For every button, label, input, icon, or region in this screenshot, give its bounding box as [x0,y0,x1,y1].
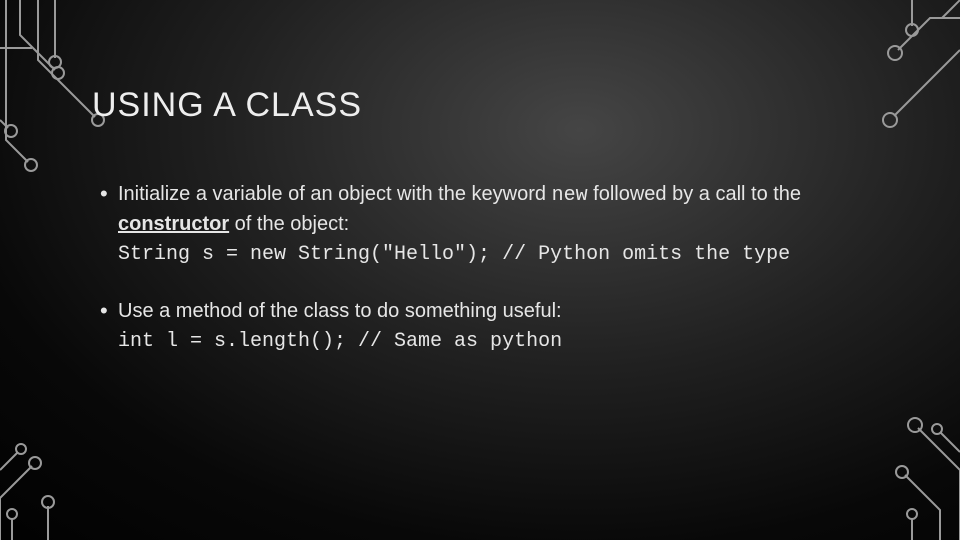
slide-content: Initialize a variable of an object with … [100,180,930,384]
bullet-item: Use a method of the class to do somethin… [100,297,930,356]
bullet-text-pre: Use a method of the class to do somethin… [118,300,562,322]
bullet-text-post: of the object: [229,213,349,235]
bullet-text-mid: followed by a call to the [588,183,801,205]
bullet-text-pre: Initialize a variable of an object with … [118,183,552,205]
bullet-item: Initialize a variable of an object with … [100,180,930,269]
slide: USING A CLASS Initialize a variable of a… [0,0,960,540]
code-line: String s = new String("Hello"); // Pytho… [118,243,790,266]
keyword-new: new [552,184,588,207]
constructor-word: constructor [118,213,229,235]
slide-title: USING A CLASS [92,86,362,125]
code-line: int l = s.length(); // Same as python [118,330,562,353]
